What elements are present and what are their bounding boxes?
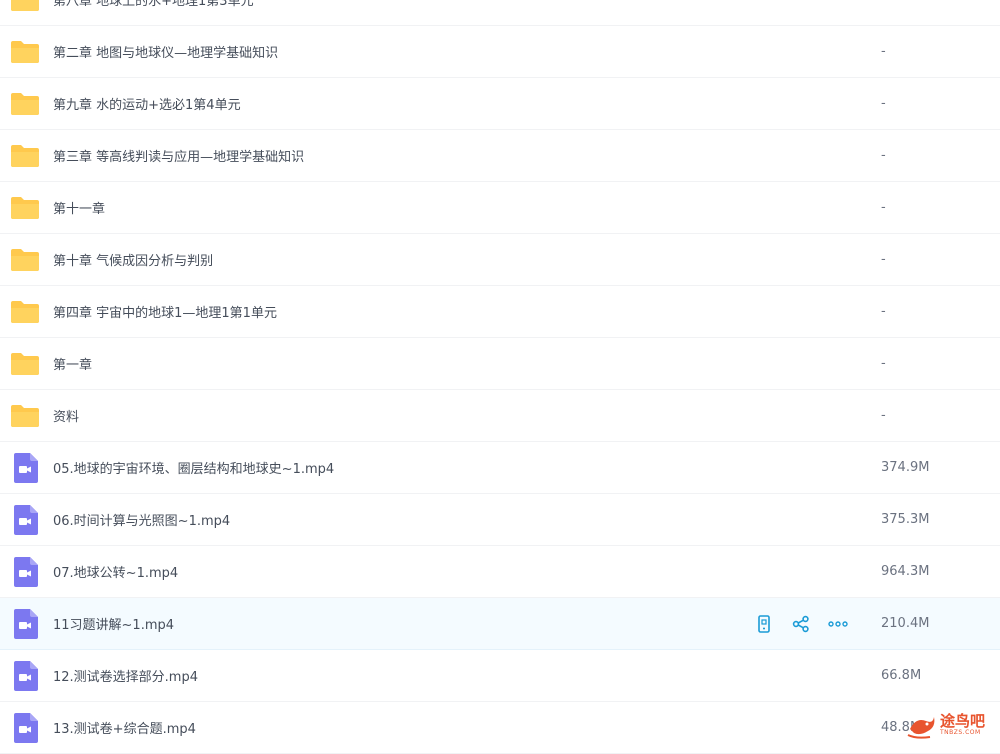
folder-icon (11, 404, 39, 427)
file-name[interactable]: 07.地球公转~1.mp4 (53, 562, 178, 581)
file-row[interactable]: 05.地球的宇宙环境、圈层结构和地球史~1.mp4 374.9M (0, 442, 1000, 494)
video-icon-wrap (10, 608, 40, 639)
row-actions (752, 612, 850, 636)
file-name[interactable]: 第九章 水的运动+选必1第4单元 (53, 94, 241, 113)
video-file-icon (14, 660, 38, 691)
file-size: 375.3M (881, 512, 930, 527)
file-name[interactable]: 05.地球的宇宙环境、圈层结构和地球史~1.mp4 (53, 458, 334, 477)
file-name[interactable]: 13.测试卷+综合题.mp4 (53, 718, 196, 737)
folder-row[interactable]: 第十章 气候成因分析与判别 - (0, 234, 1000, 286)
folder-icon (11, 92, 39, 115)
video-icon-wrap (10, 504, 40, 535)
file-name[interactable]: 第一章 (53, 354, 92, 373)
file-size: - (881, 408, 886, 423)
file-name[interactable]: 11习题讲解~1.mp4 (53, 614, 174, 633)
file-size: 210.4M (881, 616, 930, 631)
folder-icon (11, 144, 39, 167)
folder-icon (11, 0, 39, 11)
file-name[interactable]: 12.测试卷选择部分.mp4 (53, 666, 198, 685)
folder-icon-wrap (10, 37, 40, 67)
watermark-logo: 途鸟吧 TNBZS.COM (906, 708, 1000, 743)
file-row[interactable]: 12.测试卷选择部分.mp4 66.8M (0, 650, 1000, 702)
file-name[interactable]: 第八章 地球上的水+地理1第3单元 (53, 0, 254, 9)
file-size: 964.3M (881, 564, 930, 579)
share-icon (792, 615, 810, 633)
folder-row[interactable]: 第九章 水的运动+选必1第4单元 - (0, 78, 1000, 130)
file-row[interactable]: 07.地球公转~1.mp4 964.3M (0, 546, 1000, 598)
video-file-icon (14, 712, 38, 743)
folder-icon (11, 300, 39, 323)
folder-icon-wrap (10, 349, 40, 379)
file-name[interactable]: 第十章 气候成因分析与判别 (53, 250, 213, 269)
file-name[interactable]: 第四章 宇宙中的地球1—地理1第1单元 (53, 302, 277, 321)
folder-icon (11, 352, 39, 375)
file-name[interactable]: 第三章 等高线判读与应用—地理学基础知识 (53, 146, 304, 165)
more-icon (828, 620, 848, 627)
phone-icon (756, 614, 772, 633)
file-size: - (881, 0, 886, 7)
watermark-title: 途鸟吧 (940, 712, 986, 730)
folder-row[interactable]: 资料 - (0, 390, 1000, 442)
folder-row[interactable]: 第一章 - (0, 338, 1000, 390)
file-size: 374.9M (881, 460, 930, 475)
file-size: - (881, 252, 886, 267)
file-row[interactable]: 13.测试卷+综合题.mp4 48.8M (0, 702, 1000, 754)
video-file-icon (14, 608, 38, 639)
file-size: 66.8M (881, 668, 922, 683)
phone-button[interactable] (752, 612, 776, 636)
share-button[interactable] (789, 612, 813, 636)
file-name[interactable]: 第十一章 (53, 198, 105, 217)
video-icon-wrap (10, 712, 40, 743)
file-size: - (881, 304, 886, 319)
folder-icon-wrap (10, 401, 40, 431)
more-button[interactable] (826, 612, 850, 636)
file-size: - (881, 96, 886, 111)
folder-icon-wrap (10, 245, 40, 275)
file-row[interactable]: 11习题讲解~1.mp4 210.4M (0, 598, 1000, 650)
folder-row[interactable]: 第三章 等高线判读与应用—地理学基础知识 - (0, 130, 1000, 182)
folder-row[interactable]: 第四章 宇宙中的地球1—地理1第1单元 - (0, 286, 1000, 338)
folder-row[interactable]: 第八章 地球上的水+地理1第3单元 - (0, 0, 1000, 26)
folder-icon-wrap (10, 0, 40, 15)
video-file-icon (14, 504, 38, 535)
folder-icon-wrap (10, 297, 40, 327)
file-name[interactable]: 06.时间计算与光照图~1.mp4 (53, 510, 230, 529)
file-size: - (881, 148, 886, 163)
file-list: 第八章 地球上的水+地理1第3单元 - 第二章 地图与地球仪—地理学基础知识 - 第… (0, 0, 1000, 754)
folder-icon-wrap (10, 89, 40, 119)
folder-row[interactable]: 第十一章 - (0, 182, 1000, 234)
file-name[interactable]: 资料 (53, 406, 79, 425)
file-size: - (881, 356, 886, 371)
folder-icon-wrap (10, 193, 40, 223)
folder-icon-wrap (10, 141, 40, 171)
file-size: - (881, 44, 886, 59)
video-icon-wrap (10, 660, 40, 691)
watermark-subtitle: TNBZS.COM (940, 729, 981, 736)
folder-icon (11, 196, 39, 219)
video-file-icon (14, 556, 38, 587)
bird-logo-icon (907, 716, 935, 739)
video-icon-wrap (10, 452, 40, 483)
file-name[interactable]: 第二章 地图与地球仪—地理学基础知识 (53, 42, 278, 61)
file-size: - (881, 200, 886, 215)
video-icon-wrap (10, 556, 40, 587)
video-file-icon (14, 452, 38, 483)
folder-icon (11, 40, 39, 63)
folder-row[interactable]: 第二章 地图与地球仪—地理学基础知识 - (0, 26, 1000, 78)
file-row[interactable]: 06.时间计算与光照图~1.mp4 375.3M (0, 494, 1000, 546)
folder-icon (11, 248, 39, 271)
